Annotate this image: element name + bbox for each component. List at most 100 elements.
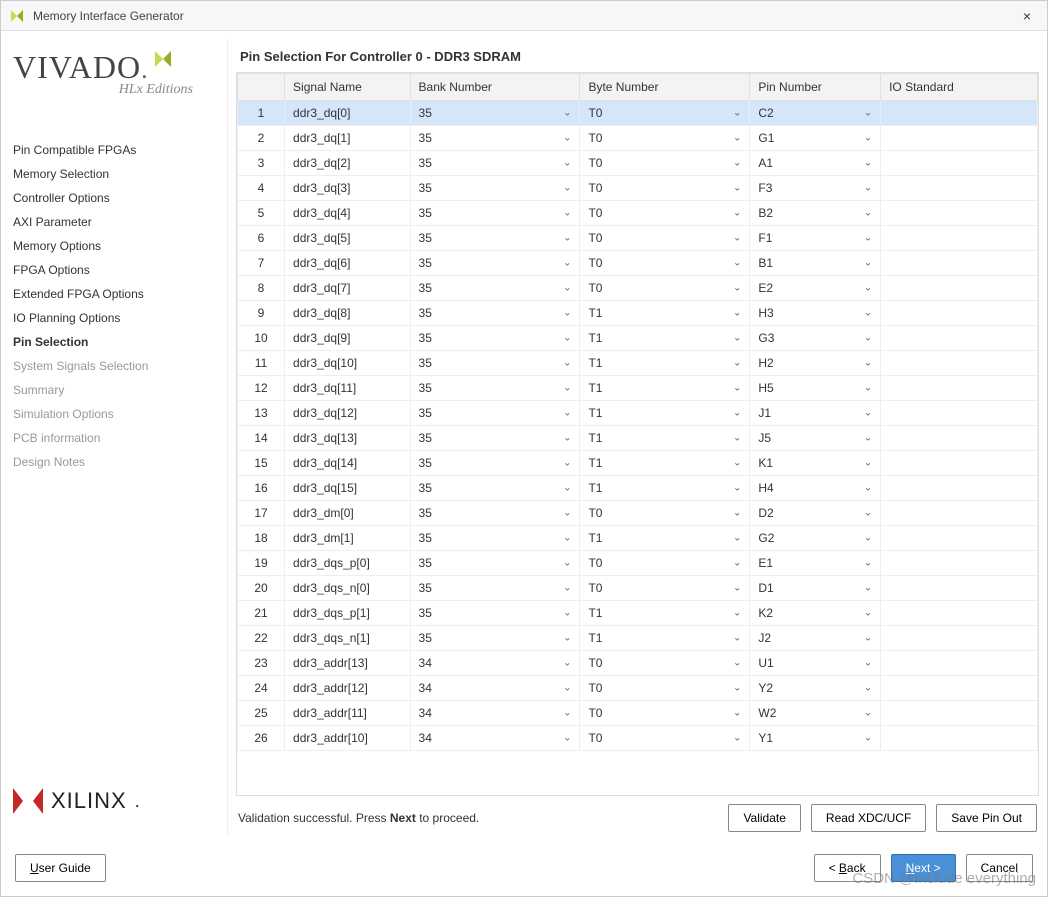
table-row[interactable]: 11ddr3_dq[10]35⌄T1⌄H2⌄ xyxy=(238,351,1038,376)
dropdown-cell[interactable]: A1⌄ xyxy=(750,151,881,176)
dropdown-cell[interactable]: T1⌄ xyxy=(580,626,750,651)
dropdown-cell[interactable]: T1⌄ xyxy=(580,601,750,626)
nav-item[interactable]: Pin Compatible FPGAs xyxy=(13,138,223,162)
table-row[interactable]: 7ddr3_dq[6]35⌄T0⌄B1⌄ xyxy=(238,251,1038,276)
dropdown-cell[interactable]: U1⌄ xyxy=(750,651,881,676)
nav-item[interactable]: Memory Options xyxy=(13,234,223,258)
table-row[interactable]: 12ddr3_dq[11]35⌄T1⌄H5⌄ xyxy=(238,376,1038,401)
column-header[interactable]: IO Standard xyxy=(881,74,1038,101)
dropdown-cell[interactable]: D2⌄ xyxy=(750,501,881,526)
back-button[interactable]: < Back xyxy=(814,854,881,882)
dropdown-cell[interactable]: T0⌄ xyxy=(580,251,750,276)
dropdown-cell[interactable]: 35⌄ xyxy=(410,276,580,301)
dropdown-cell[interactable]: Y1⌄ xyxy=(750,726,881,751)
table-row[interactable]: 22ddr3_dqs_n[1]35⌄T1⌄J2⌄ xyxy=(238,626,1038,651)
column-header[interactable] xyxy=(238,74,285,101)
dropdown-cell[interactable]: 35⌄ xyxy=(410,251,580,276)
dropdown-cell[interactable]: 35⌄ xyxy=(410,351,580,376)
dropdown-cell[interactable]: T0⌄ xyxy=(580,201,750,226)
nav-item[interactable]: Pin Selection xyxy=(13,330,223,354)
dropdown-cell[interactable]: T1⌄ xyxy=(580,376,750,401)
dropdown-cell[interactable]: 35⌄ xyxy=(410,326,580,351)
nav-item[interactable]: Memory Selection xyxy=(13,162,223,186)
column-header[interactable]: Bank Number xyxy=(410,74,580,101)
dropdown-cell[interactable]: B2⌄ xyxy=(750,201,881,226)
dropdown-cell[interactable]: J2⌄ xyxy=(750,626,881,651)
dropdown-cell[interactable]: 35⌄ xyxy=(410,151,580,176)
table-row[interactable]: 24ddr3_addr[12]34⌄T0⌄Y2⌄ xyxy=(238,676,1038,701)
dropdown-cell[interactable]: T0⌄ xyxy=(580,701,750,726)
dropdown-cell[interactable]: C2⌄ xyxy=(750,101,881,126)
dropdown-cell[interactable]: J5⌄ xyxy=(750,426,881,451)
dropdown-cell[interactable]: H3⌄ xyxy=(750,301,881,326)
table-row[interactable]: 6ddr3_dq[5]35⌄T0⌄F1⌄ xyxy=(238,226,1038,251)
dropdown-cell[interactable]: T1⌄ xyxy=(580,401,750,426)
dropdown-cell[interactable]: 35⌄ xyxy=(410,226,580,251)
table-row[interactable]: 14ddr3_dq[13]35⌄T1⌄J5⌄ xyxy=(238,426,1038,451)
dropdown-cell[interactable]: 35⌄ xyxy=(410,576,580,601)
dropdown-cell[interactable]: B1⌄ xyxy=(750,251,881,276)
dropdown-cell[interactable]: T1⌄ xyxy=(580,476,750,501)
column-header[interactable]: Byte Number xyxy=(580,74,750,101)
table-row[interactable]: 5ddr3_dq[4]35⌄T0⌄B2⌄ xyxy=(238,201,1038,226)
dropdown-cell[interactable]: 35⌄ xyxy=(410,376,580,401)
dropdown-cell[interactable]: 35⌄ xyxy=(410,501,580,526)
dropdown-cell[interactable]: T1⌄ xyxy=(580,351,750,376)
table-row[interactable]: 23ddr3_addr[13]34⌄T0⌄U1⌄ xyxy=(238,651,1038,676)
dropdown-cell[interactable]: K1⌄ xyxy=(750,451,881,476)
dropdown-cell[interactable]: 35⌄ xyxy=(410,426,580,451)
dropdown-cell[interactable]: E1⌄ xyxy=(750,551,881,576)
dropdown-cell[interactable]: H2⌄ xyxy=(750,351,881,376)
save-pinout-button[interactable]: Save Pin Out xyxy=(936,804,1037,832)
dropdown-cell[interactable]: 35⌄ xyxy=(410,126,580,151)
dropdown-cell[interactable]: 35⌄ xyxy=(410,526,580,551)
column-header[interactable]: Pin Number xyxy=(750,74,881,101)
dropdown-cell[interactable]: 34⌄ xyxy=(410,676,580,701)
dropdown-cell[interactable]: J1⌄ xyxy=(750,401,881,426)
dropdown-cell[interactable]: T0⌄ xyxy=(580,176,750,201)
dropdown-cell[interactable]: T0⌄ xyxy=(580,676,750,701)
dropdown-cell[interactable]: 34⌄ xyxy=(410,726,580,751)
dropdown-cell[interactable]: H4⌄ xyxy=(750,476,881,501)
dropdown-cell[interactable]: T0⌄ xyxy=(580,551,750,576)
dropdown-cell[interactable]: T0⌄ xyxy=(580,126,750,151)
dropdown-cell[interactable]: G2⌄ xyxy=(750,526,881,551)
dropdown-cell[interactable]: D1⌄ xyxy=(750,576,881,601)
table-row[interactable]: 2ddr3_dq[1]35⌄T0⌄G1⌄ xyxy=(238,126,1038,151)
dropdown-cell[interactable]: 35⌄ xyxy=(410,626,580,651)
dropdown-cell[interactable]: T0⌄ xyxy=(580,651,750,676)
dropdown-cell[interactable]: W2⌄ xyxy=(750,701,881,726)
table-row[interactable]: 1ddr3_dq[0]35⌄T0⌄C2⌄ xyxy=(238,101,1038,126)
table-row[interactable]: 3ddr3_dq[2]35⌄T0⌄A1⌄ xyxy=(238,151,1038,176)
dropdown-cell[interactable]: G1⌄ xyxy=(750,126,881,151)
table-row[interactable]: 8ddr3_dq[7]35⌄T0⌄E2⌄ xyxy=(238,276,1038,301)
nav-item[interactable]: AXI Parameter xyxy=(13,210,223,234)
validate-button[interactable]: Validate xyxy=(728,804,800,832)
dropdown-cell[interactable]: T0⌄ xyxy=(580,726,750,751)
dropdown-cell[interactable]: T0⌄ xyxy=(580,276,750,301)
pin-table-container[interactable]: Signal NameBank NumberByte NumberPin Num… xyxy=(236,72,1039,796)
dropdown-cell[interactable]: T0⌄ xyxy=(580,226,750,251)
table-row[interactable]: 25ddr3_addr[11]34⌄T0⌄W2⌄ xyxy=(238,701,1038,726)
table-row[interactable]: 18ddr3_dm[1]35⌄T1⌄G2⌄ xyxy=(238,526,1038,551)
dropdown-cell[interactable]: 35⌄ xyxy=(410,401,580,426)
read-xdc-button[interactable]: Read XDC/UCF xyxy=(811,804,926,832)
dropdown-cell[interactable]: H5⌄ xyxy=(750,376,881,401)
user-guide-button[interactable]: User Guide xyxy=(15,854,106,882)
dropdown-cell[interactable]: F3⌄ xyxy=(750,176,881,201)
dropdown-cell[interactable]: T1⌄ xyxy=(580,326,750,351)
dropdown-cell[interactable]: 34⌄ xyxy=(410,701,580,726)
table-row[interactable]: 19ddr3_dqs_p[0]35⌄T0⌄E1⌄ xyxy=(238,551,1038,576)
dropdown-cell[interactable]: E2⌄ xyxy=(750,276,881,301)
cancel-button[interactable]: Cancel xyxy=(966,854,1033,882)
dropdown-cell[interactable]: T0⌄ xyxy=(580,151,750,176)
dropdown-cell[interactable]: T0⌄ xyxy=(580,576,750,601)
dropdown-cell[interactable]: T0⌄ xyxy=(580,501,750,526)
nav-item[interactable]: IO Planning Options xyxy=(13,306,223,330)
table-row[interactable]: 17ddr3_dm[0]35⌄T0⌄D2⌄ xyxy=(238,501,1038,526)
column-header[interactable]: Signal Name xyxy=(285,74,410,101)
table-row[interactable]: 4ddr3_dq[3]35⌄T0⌄F3⌄ xyxy=(238,176,1038,201)
nav-item[interactable]: Extended FPGA Options xyxy=(13,282,223,306)
nav-item[interactable]: Controller Options xyxy=(13,186,223,210)
table-row[interactable]: 15ddr3_dq[14]35⌄T1⌄K1⌄ xyxy=(238,451,1038,476)
